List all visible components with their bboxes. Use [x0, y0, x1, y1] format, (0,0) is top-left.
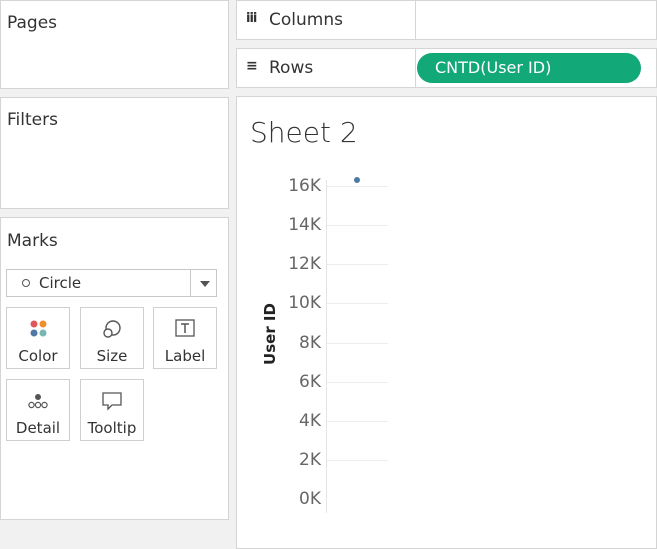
columns-shelf-label: iii Columns: [236, 0, 416, 40]
worksheet-view: [236, 96, 657, 549]
size-circles-icon: [103, 320, 121, 338]
y-tick-label: 10K: [288, 293, 321, 314]
y-tick-label: 0K: [299, 489, 321, 509]
pages-title: Pages: [7, 13, 58, 33]
y-tick-label: 8K: [299, 332, 321, 353]
color-button[interactable]: Color: [6, 307, 70, 369]
color-button-label: Color: [18, 347, 58, 365]
y-gridline: [327, 421, 388, 422]
y-tick-label: 16K: [288, 176, 321, 196]
circle-mark-icon: [22, 279, 30, 287]
cntd-user-id-pill[interactable]: CNTD(User ID): [417, 53, 641, 83]
color-dots-icon: [30, 320, 47, 337]
y-gridline: [327, 382, 388, 383]
detail-dots-icon: [28, 394, 48, 409]
label-button-label: Label: [164, 347, 206, 365]
columns-icon: iii: [246, 11, 257, 26]
rows-icon: ≡: [246, 58, 258, 74]
sheet-title: Sheet 2: [250, 116, 358, 149]
size-button-label: Size: [96, 347, 128, 365]
y-gridline: [327, 264, 388, 265]
y-tick-label: 4K: [299, 410, 321, 431]
y-gridline: [327, 225, 388, 226]
y-tick-label: 12K: [288, 254, 321, 275]
speech-bubble-icon: [102, 392, 122, 411]
text-label-icon: [175, 319, 195, 337]
size-button[interactable]: Size: [80, 307, 144, 369]
rows-shelf-label: ≡ Rows: [236, 48, 416, 88]
y-tick-label: 6K: [299, 371, 321, 392]
tooltip-button-label: Tooltip: [87, 419, 137, 437]
mark-type-label: Circle: [39, 274, 82, 292]
y-gridline: [327, 343, 388, 344]
detail-button[interactable]: Detail: [6, 379, 70, 441]
y-gridline: [327, 186, 388, 187]
chevron-down-icon[interactable]: [200, 281, 210, 287]
columns-label: Columns: [269, 10, 343, 30]
mark-type-dropdown[interactable]: Circle: [6, 269, 217, 297]
label-button[interactable]: Label: [153, 307, 217, 369]
rows-label: Rows: [269, 58, 314, 78]
filters-card[interactable]: Filters: [0, 97, 229, 209]
tooltip-button[interactable]: Tooltip: [80, 379, 144, 441]
columns-shelf[interactable]: [415, 0, 657, 40]
y-gridline: [327, 460, 388, 461]
y-tick-label: 14K: [288, 215, 321, 236]
filters-title: Filters: [7, 110, 58, 130]
detail-button-label: Detail: [15, 419, 61, 437]
dropdown-divider: [190, 270, 191, 296]
y-gridline: [327, 303, 388, 304]
pages-card[interactable]: Pages: [0, 0, 229, 89]
y-tick-label: 2K: [299, 449, 321, 470]
y-axis-line: [326, 180, 327, 513]
marks-title: Marks: [7, 231, 58, 251]
